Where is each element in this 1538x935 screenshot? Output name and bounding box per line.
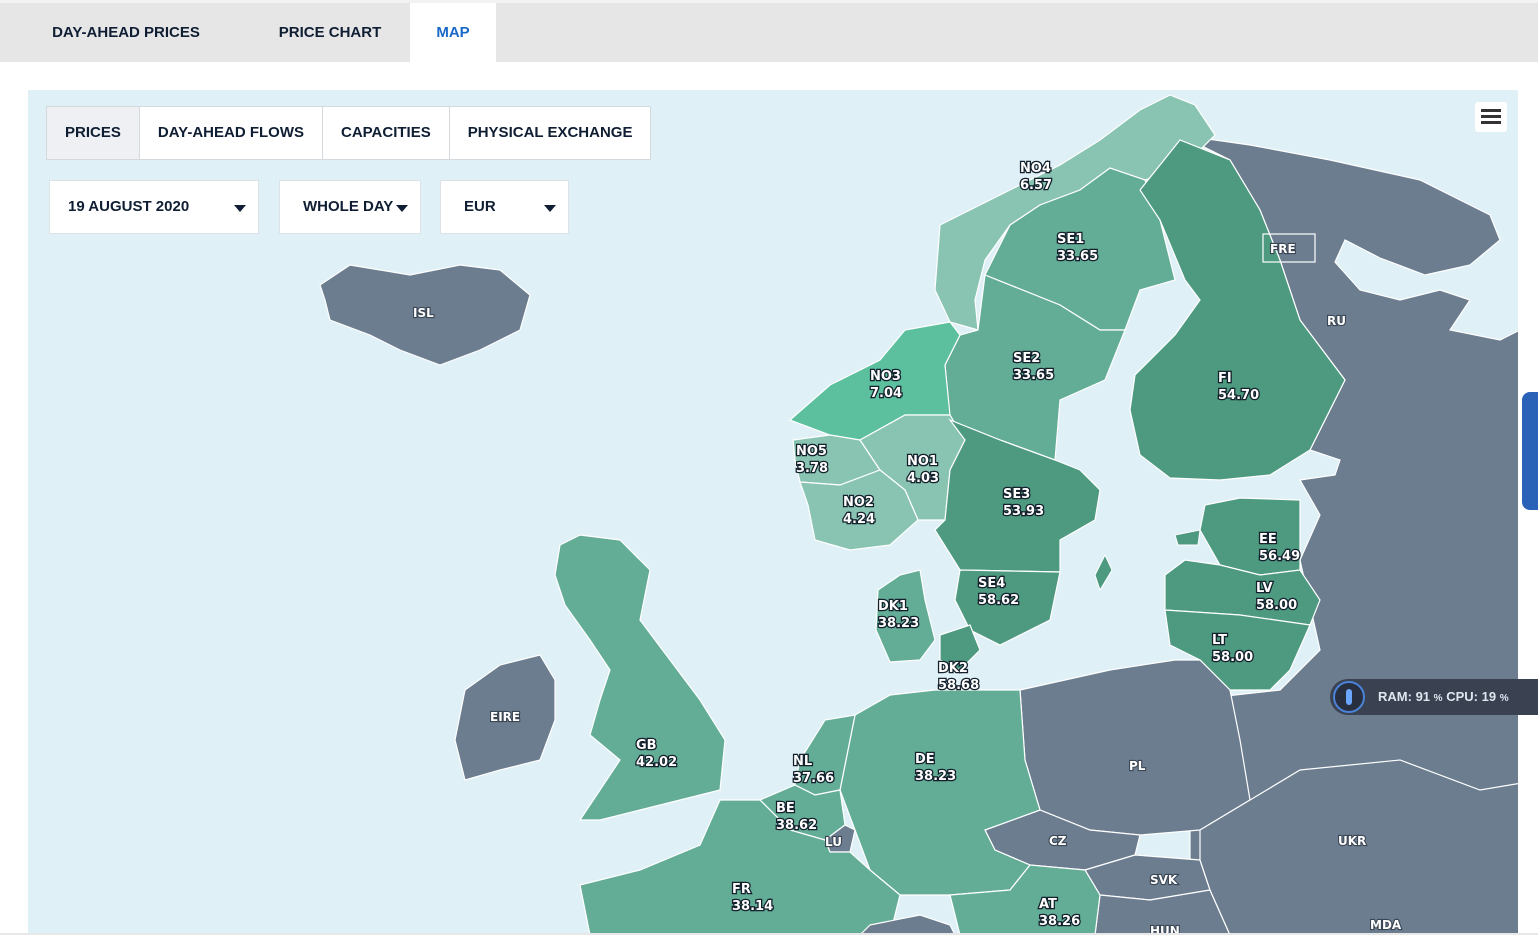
country-label-cz: CZ <box>1049 834 1067 848</box>
zone-gb <box>554 534 726 821</box>
zone-label-be-code: BE <box>776 801 795 816</box>
currency-dropdown[interactable]: EUR <box>440 180 569 234</box>
zone-label-se1-price: 33.65 <box>1057 249 1098 264</box>
zone-label-gb-price: 42.02 <box>636 755 677 770</box>
zone-label-dk2-code: DK2 <box>938 661 968 676</box>
rocket-icon <box>1333 681 1365 713</box>
hamburger-menu-icon[interactable] <box>1475 102 1507 132</box>
date-value: 19 AUGUST 2020 <box>68 198 190 215</box>
top-tab-bar <box>0 0 1538 62</box>
system-monitor-widget: RAM: 91 % CPU: 19 % <box>1330 679 1538 715</box>
country-label-isl: ISL <box>413 306 434 320</box>
ram-label: RAM: <box>1378 689 1412 704</box>
tab-price-chart[interactable]: PRICE CHART <box>250 3 410 62</box>
view-physical-exchange-button[interactable]: PHYSICAL EXCHANGE <box>450 107 651 159</box>
zone-label-no4-price: 6.57 <box>1020 178 1052 193</box>
zone-label-se4-code: SE4 <box>978 576 1005 591</box>
tab-day-ahead-prices[interactable]: DAY-AHEAD PRICES <box>28 3 224 62</box>
country-label-ukr: UKR <box>1338 834 1366 848</box>
zone-label-dk1-price: 38.23 <box>878 616 919 631</box>
chevron-down-icon <box>234 205 246 212</box>
zone-label-se3-code: SE3 <box>1003 487 1030 502</box>
country-label-ru: RU <box>1327 314 1346 328</box>
cpu-unit: % <box>1499 693 1509 704</box>
country-label-fre: FRE <box>1270 242 1296 256</box>
chevron-down-icon <box>396 205 408 212</box>
cpu-label: CPU: <box>1446 689 1478 704</box>
view-capacities-button[interactable]: CAPACITIES <box>323 107 450 159</box>
country-label-pl: PL <box>1129 759 1146 773</box>
ram-unit: % <box>1433 693 1443 704</box>
zone-label-ee-code: EE <box>1259 532 1277 547</box>
zone-label-no2-price: 4.24 <box>843 512 875 527</box>
zone-label-no4-code: NO4 <box>1020 161 1051 176</box>
zone-label-se3-price: 53.93 <box>1003 504 1044 519</box>
zone-label-dk1-code: DK1 <box>878 599 908 614</box>
zone-label-ee-price: 56.49 <box>1259 549 1300 564</box>
country-pl <box>1019 659 1251 836</box>
view-prices-button[interactable]: PRICES <box>47 107 140 159</box>
zone-label-lv-code: LV <box>1256 581 1273 596</box>
map-view-buttons: PRICES DAY-AHEAD FLOWS CAPACITIES PHYSIC… <box>46 106 652 160</box>
zone-label-de-code: DE <box>915 752 935 767</box>
country-label-svk: SVK <box>1150 873 1178 887</box>
zone-label-lt-code: LT <box>1212 633 1227 648</box>
date-dropdown[interactable]: 19 AUGUST 2020 <box>49 180 259 234</box>
chevron-down-icon <box>544 205 556 212</box>
zone-label-se4-price: 58.62 <box>978 593 1019 608</box>
zone-label-no3-price: 7.04 <box>870 386 902 401</box>
zone-label-at-code: AT <box>1039 897 1057 912</box>
zone-label-de-price: 38.23 <box>915 769 956 784</box>
zone-label-dk2-price: 58.68 <box>938 678 979 693</box>
zone-label-no5-code: NO5 <box>796 444 827 459</box>
country-label-lu: LU <box>825 835 842 849</box>
period-value: WHOLE DAY <box>303 198 394 215</box>
island-saaremaa <box>1174 529 1201 546</box>
country-label-mda: MDA <box>1370 918 1402 932</box>
zone-label-fi-code: FI <box>1218 371 1232 386</box>
zone-label-no5-price: 3.78 <box>796 461 828 476</box>
zone-label-at-price: 38.26 <box>1039 914 1080 929</box>
side-panel-tab[interactable] <box>1522 392 1538 510</box>
tab-map[interactable]: MAP <box>410 3 496 62</box>
currency-value: EUR <box>464 198 496 215</box>
period-dropdown[interactable]: WHOLE DAY <box>279 180 421 234</box>
view-day-ahead-flows-button[interactable]: DAY-AHEAD FLOWS <box>140 107 323 159</box>
zone-label-fr-price: 38.14 <box>732 899 773 914</box>
zone-label-nl-code: NL <box>793 754 812 769</box>
zone-label-be-price: 38.62 <box>776 818 817 833</box>
zone-label-no1-code: NO1 <box>907 454 938 469</box>
ram-value: 91 <box>1415 689 1431 704</box>
zone-label-se1-code: SE1 <box>1057 232 1084 247</box>
zone-label-fr-code: FR <box>732 882 751 897</box>
zone-label-se2-price: 33.65 <box>1013 368 1054 383</box>
zone-label-lt-price: 58.00 <box>1212 650 1253 665</box>
zone-label-nl-price: 37.66 <box>793 771 834 786</box>
island-gotland <box>1094 553 1113 592</box>
zone-label-se2-code: SE2 <box>1013 351 1040 366</box>
zone-label-gb-code: GB <box>636 738 657 753</box>
country-label-eire: EIRE <box>490 710 520 724</box>
zone-de <box>839 689 1041 896</box>
zone-label-lv-price: 58.00 <box>1256 598 1297 613</box>
zone-label-fi-price: 54.70 <box>1218 388 1259 403</box>
zone-label-no1-price: 4.03 <box>907 471 939 486</box>
zone-label-no3-code: NO3 <box>870 369 901 384</box>
zone-label-no2-code: NO2 <box>843 495 874 510</box>
cpu-value: 19 <box>1481 689 1497 704</box>
